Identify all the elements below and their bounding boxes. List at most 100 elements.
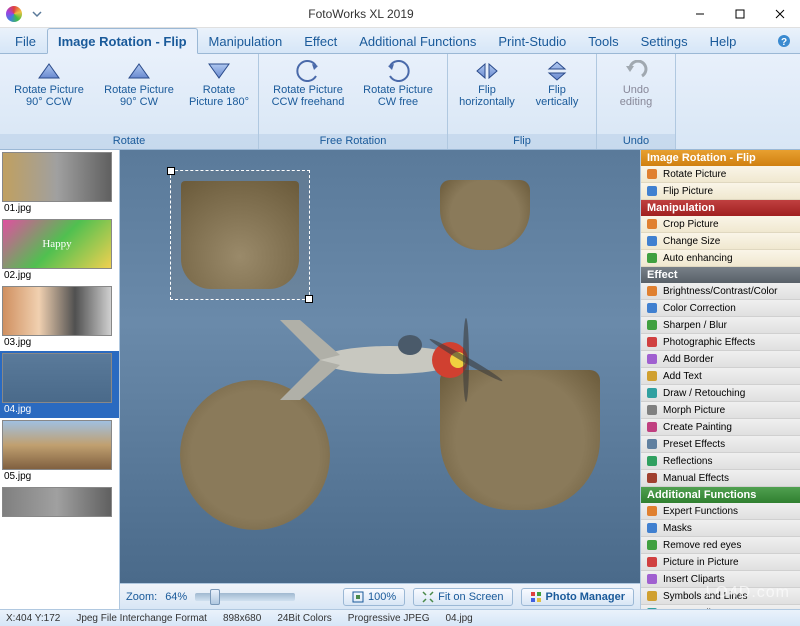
app-icon[interactable] — [6, 6, 22, 22]
qat-dropdown-icon[interactable] — [32, 9, 42, 19]
minimize-button[interactable] — [680, 0, 720, 28]
side-item-label: Sharpen / Blur — [663, 320, 727, 331]
rotate-ccw-freehand-button[interactable]: Rotate Picture CCW freehand — [263, 56, 353, 132]
status-format: Jpeg File Interchange Format — [76, 613, 207, 624]
maximize-button[interactable] — [720, 0, 760, 28]
side-item[interactable]: Morph Picture — [641, 402, 800, 419]
help-icon[interactable]: ? — [768, 28, 800, 53]
btn-line1: Rotate Picture — [104, 84, 174, 96]
side-item-icon — [645, 167, 659, 181]
tab-help[interactable]: Help — [699, 28, 748, 53]
thumbnail-image — [2, 353, 112, 403]
fit-on-screen-button[interactable]: Fit on Screen — [413, 588, 512, 606]
side-item[interactable]: Preset Effects — [641, 436, 800, 453]
btn-line2: 90° CW — [120, 96, 158, 108]
side-item[interactable]: Draw / Retouching — [641, 385, 800, 402]
side-section-header[interactable]: Effect — [641, 267, 800, 283]
side-item-icon — [645, 521, 659, 535]
btn-line1: Rotate Picture — [14, 84, 84, 96]
side-item[interactable]: Create Painting — [641, 419, 800, 436]
thumbnail-name: 01.jpg — [2, 202, 117, 215]
tab-print-studio[interactable]: Print-Studio — [487, 28, 577, 53]
side-item-label: Brightness/Contrast/Color — [663, 286, 778, 297]
tab-file[interactable]: File — [4, 28, 47, 53]
thumbnail-item[interactable]: 01.jpg — [0, 150, 119, 217]
side-item-icon — [645, 234, 659, 248]
side-item-label: Masks — [663, 523, 692, 534]
btn-line2: CW free — [378, 96, 418, 108]
window-title: FotoWorks XL 2019 — [42, 7, 680, 21]
side-item[interactable]: Flip Picture — [641, 183, 800, 200]
side-section-header[interactable]: Additional Functions — [641, 487, 800, 503]
tab-settings[interactable]: Settings — [630, 28, 699, 53]
rotate-cw-free-button[interactable]: Rotate Picture CW free — [353, 56, 443, 132]
selection-rectangle[interactable] — [170, 170, 310, 300]
side-item[interactable]: Insert Cliparts — [641, 571, 800, 588]
thumbnail-item[interactable]: 03.jpg — [0, 284, 119, 351]
tab-image-rotation-flip[interactable]: Image Rotation - Flip — [47, 28, 198, 54]
side-item[interactable]: Symbols and Lines — [641, 588, 800, 605]
side-item[interactable]: Add Border — [641, 351, 800, 368]
tab-tools[interactable]: Tools — [577, 28, 629, 53]
flip-horizontal-button[interactable]: Flip horizontally — [452, 56, 522, 132]
btn-line1: Flip — [548, 84, 566, 96]
content-area: 01.jpg Happy 02.jpg 03.jpg 04.jpg 05.jpg — [0, 150, 800, 609]
rotate-ccw-icon — [35, 60, 63, 82]
rotate-180-button[interactable]: Rotate Picture 180° — [184, 56, 254, 132]
side-item[interactable]: Create collage — [641, 605, 800, 609]
side-item[interactable]: Masks — [641, 520, 800, 537]
tab-effect[interactable]: Effect — [293, 28, 348, 53]
status-filename: 04.jpg — [445, 613, 472, 624]
side-item[interactable]: Change Size — [641, 233, 800, 250]
side-item[interactable]: Picture in Picture — [641, 554, 800, 571]
thumbnail-panel[interactable]: 01.jpg Happy 02.jpg 03.jpg 04.jpg 05.jpg — [0, 150, 120, 609]
side-section-header[interactable]: Manipulation — [641, 200, 800, 216]
photo-manager-button[interactable]: Photo Manager — [521, 588, 634, 606]
rotate-cw-free-icon — [384, 60, 412, 82]
side-item-icon — [645, 504, 659, 518]
tab-manipulation[interactable]: Manipulation — [198, 28, 294, 53]
side-section-header[interactable]: Image Rotation - Flip — [641, 150, 800, 166]
side-item[interactable]: Photographic Effects — [641, 334, 800, 351]
menu-tabbar: File Image Rotation - Flip Manipulation … — [0, 28, 800, 54]
side-item[interactable]: Crop Picture — [641, 216, 800, 233]
zoom-100-icon — [352, 591, 364, 603]
zoom-100-button[interactable]: 100% — [343, 588, 405, 606]
undo-editing-button[interactable]: Undo editing — [601, 56, 671, 132]
status-colors: 24Bit Colors — [277, 613, 331, 624]
zoom-slider[interactable] — [195, 593, 295, 601]
slider-thumb[interactable] — [210, 589, 220, 605]
side-item[interactable]: Color Correction — [641, 300, 800, 317]
side-item-icon — [645, 335, 659, 349]
side-item[interactable]: Brightness/Contrast/Color — [641, 283, 800, 300]
side-item[interactable]: Sharpen / Blur — [641, 317, 800, 334]
rotate-90-cw-button[interactable]: Rotate Picture 90° CW — [94, 56, 184, 132]
thumbnail-item[interactable]: 04.jpg — [0, 351, 119, 418]
side-item[interactable]: Add Text — [641, 368, 800, 385]
image-canvas[interactable] — [120, 150, 640, 583]
side-item[interactable]: Reflections — [641, 453, 800, 470]
side-item-label: Auto enhancing — [663, 253, 733, 264]
close-button[interactable] — [760, 0, 800, 28]
flip-vertical-button[interactable]: Flip vertically — [522, 56, 592, 132]
side-item[interactable]: Manual Effects — [641, 470, 800, 487]
side-item[interactable]: Expert Functions — [641, 503, 800, 520]
btn-line1: Flip — [478, 84, 496, 96]
side-item-icon — [645, 538, 659, 552]
side-item[interactable]: Rotate Picture — [641, 166, 800, 183]
side-panel[interactable]: Image Rotation - FlipRotate PictureFlip … — [640, 150, 800, 609]
thumbnail-item[interactable]: 05.jpg — [0, 418, 119, 485]
thumbnail-item[interactable] — [0, 485, 119, 519]
btn-line2: 90° CCW — [26, 96, 72, 108]
rotate-ccw-free-icon — [294, 60, 322, 82]
rotate-90-ccw-button[interactable]: Rotate Picture 90° CCW — [4, 56, 94, 132]
rotate-180-icon — [205, 60, 233, 82]
side-item-label: Add Border — [663, 354, 714, 365]
side-item[interactable]: Auto enhancing — [641, 250, 800, 267]
tab-additional-functions[interactable]: Additional Functions — [348, 28, 487, 53]
side-item-icon — [645, 184, 659, 198]
side-item[interactable]: Remove red eyes — [641, 537, 800, 554]
statusbar: X:404 Y:172 Jpeg File Interchange Format… — [0, 609, 800, 626]
status-dims: 898x680 — [223, 613, 261, 624]
thumbnail-item[interactable]: Happy 02.jpg — [0, 217, 119, 284]
